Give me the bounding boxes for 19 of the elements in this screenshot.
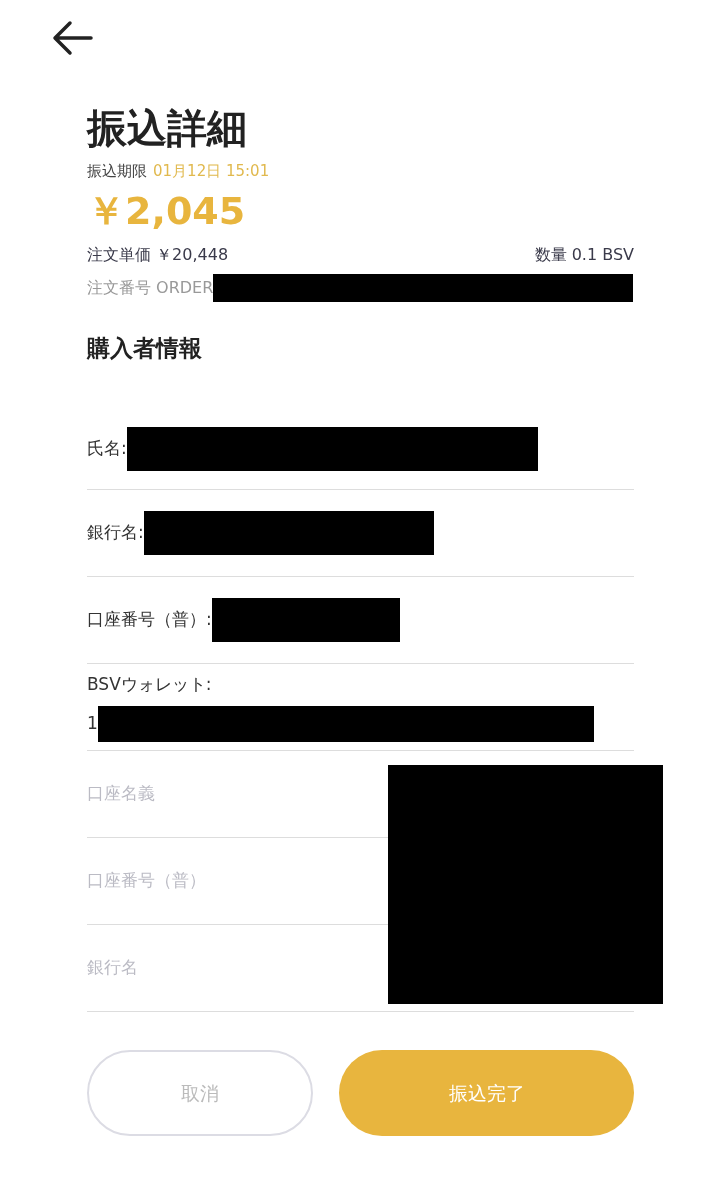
input-field[interactable]: 口座番号（普）	[87, 868, 367, 894]
order-number: 注文番号 ORDER	[87, 277, 214, 299]
page-title: 振込詳細	[87, 104, 248, 153]
input-field[interactable]: 銀行名	[87, 955, 367, 981]
field-label: BSVウォレット:	[87, 673, 213, 697]
deadline-value: 01月12日 15:01	[153, 161, 270, 182]
field-label: 氏名:	[87, 436, 127, 460]
section-title: 購入者情報	[87, 334, 203, 363]
quantity: 数量 0.1 BSV	[534, 244, 634, 266]
field-label: 銀行名:	[87, 521, 144, 545]
confirm-button[interactable]: 振込完了	[339, 1050, 634, 1136]
input-field[interactable]: 口座名義	[87, 781, 367, 807]
field-value: 1	[87, 712, 98, 735]
cancel-button[interactable]: 取消	[87, 1050, 313, 1136]
field-label: 口座番号（普）:	[87, 608, 212, 632]
unit-price: 注文単価 ￥20,448	[87, 244, 229, 266]
back-arrow-icon[interactable]	[52, 20, 94, 56]
deadline-label: 振込期限	[87, 161, 147, 182]
amount: ￥2,045	[87, 188, 247, 235]
